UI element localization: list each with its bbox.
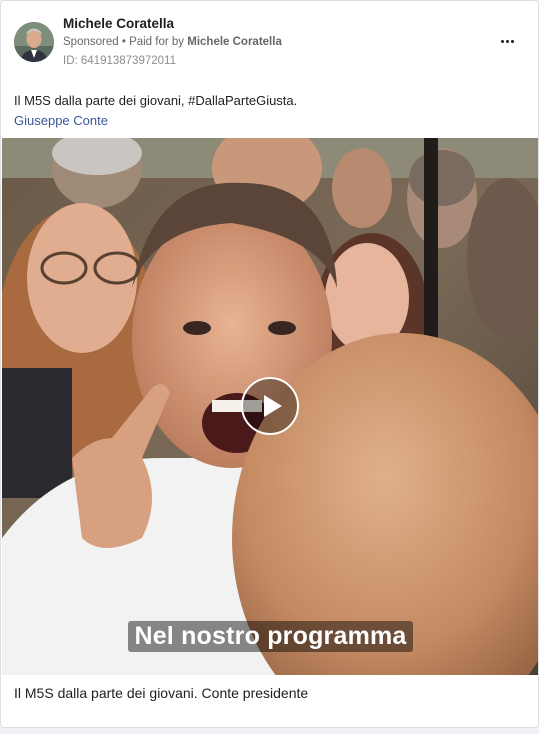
page-name[interactable]: Michele Coratella (63, 16, 174, 31)
video-caption: Nel nostro programma (2, 621, 538, 652)
video-player[interactable]: Nel nostro programma (2, 138, 538, 675)
sponsored-line: Sponsored • Paid for by Michele Coratell… (63, 36, 282, 48)
paid-for-name[interactable]: Michele Coratella (187, 36, 282, 48)
mention-link[interactable]: Giuseppe Conte (14, 113, 108, 128)
video-title: Il M5S dalla parte dei giovani. Conte pr… (14, 685, 309, 701)
video-caption-text: Nel nostro programma (128, 621, 413, 652)
separator-dot: • (121, 36, 126, 48)
post-body-text: Il M5S dalla parte dei giovani, #DallaPa… (14, 93, 298, 108)
ad-id: ID: 641913873972011 (63, 55, 176, 67)
sponsored-label: Sponsored (63, 36, 119, 48)
more-options-icon[interactable] (495, 31, 519, 51)
paid-for-prefix: Paid for by (129, 36, 185, 48)
avatar[interactable] (14, 22, 54, 62)
play-icon[interactable] (241, 377, 299, 435)
ad-card: Michele Coratella Sponsored • Paid for b… (0, 0, 539, 728)
